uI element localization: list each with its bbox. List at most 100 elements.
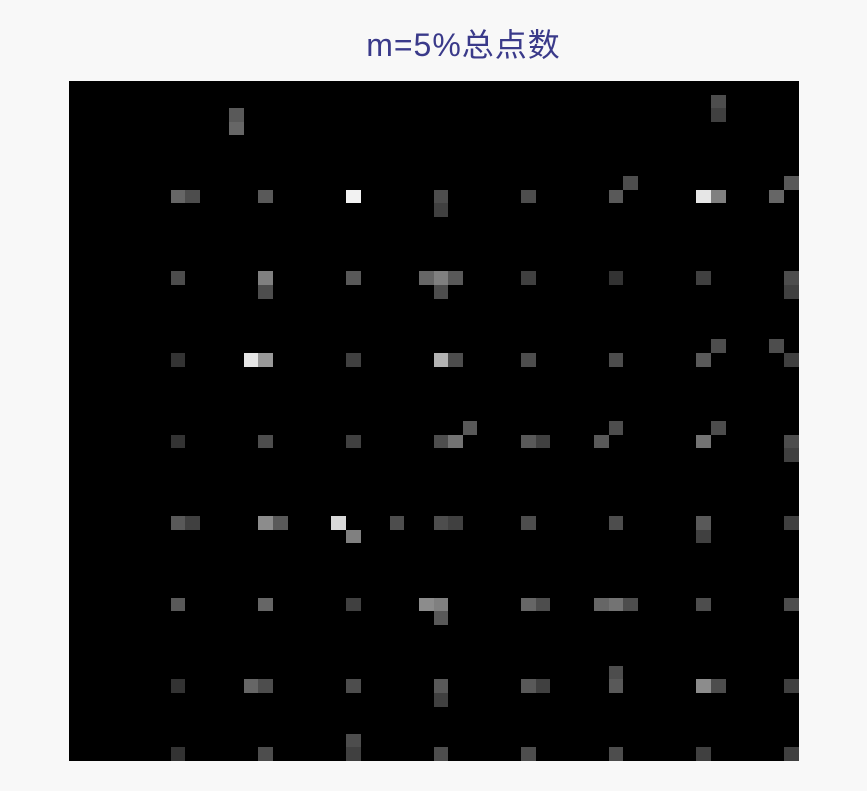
heatmap-cell [755,747,770,761]
heatmap-cell [653,666,668,680]
heatmap-cell [784,258,799,272]
heatmap-cell [215,244,230,258]
heatmap-cell [492,530,507,544]
heatmap-cell [536,598,551,612]
heatmap-cell [273,122,288,136]
heatmap-cell [112,693,127,707]
heatmap-cell [434,231,449,245]
heatmap-cell [477,394,492,408]
heatmap-cell [375,271,390,285]
heatmap-cell [667,95,682,109]
heatmap-cell [258,176,273,190]
heatmap-cell [69,734,84,748]
heatmap-cell [112,720,127,734]
heatmap-cell [229,707,244,721]
heatmap-cell [404,271,419,285]
heatmap-cell [667,394,682,408]
heatmap-cell [623,95,638,109]
heatmap-cell [244,435,259,449]
heatmap-cell [112,135,127,149]
heatmap-cell [653,516,668,530]
heatmap-cell [215,95,230,109]
heatmap-cell [507,489,522,503]
heatmap-cell [273,394,288,408]
heatmap-cell [317,666,332,680]
heatmap-cell [69,190,84,204]
heatmap-cell [740,516,755,530]
heatmap-cell [244,258,259,272]
heatmap-cell [507,176,522,190]
heatmap-cell [784,693,799,707]
heatmap-cell [229,203,244,217]
heatmap-cell [784,380,799,394]
heatmap-cell [769,367,784,381]
heatmap-cell [69,258,84,272]
heatmap-cell [711,516,726,530]
heatmap-cell [302,407,317,421]
heatmap-cell [215,108,230,122]
heatmap-cell [477,720,492,734]
heatmap-cell [784,285,799,299]
heatmap-cell [623,557,638,571]
heatmap-cell [755,475,770,489]
heatmap-cell [580,448,595,462]
heatmap-cell [302,707,317,721]
heatmap-cell [448,571,463,585]
heatmap-cell [361,108,376,122]
heatmap-cell [317,747,332,761]
heatmap-cell [609,339,624,353]
heatmap-cell [740,679,755,693]
heatmap-cell [609,516,624,530]
heatmap-cell [244,516,259,530]
heatmap-cell [346,258,361,272]
heatmap-cell [273,190,288,204]
heatmap-cell [215,584,230,598]
heatmap-cell [711,258,726,272]
heatmap-cell [69,81,84,95]
heatmap-cell [609,693,624,707]
heatmap-cell [273,693,288,707]
heatmap-cell [171,584,186,598]
heatmap-cell [390,163,405,177]
heatmap-cell [755,734,770,748]
heatmap-cell [711,190,726,204]
heatmap-cell [536,176,551,190]
heatmap-cell [565,584,580,598]
heatmap-cell [375,503,390,517]
heatmap-cell [185,367,200,381]
heatmap-cell [769,571,784,585]
heatmap-cell [258,203,273,217]
heatmap-cell [258,244,273,258]
heatmap-cell [726,122,741,136]
heatmap-cell [638,108,653,122]
heatmap-cell [594,503,609,517]
heatmap-cell [390,394,405,408]
heatmap-cell [682,611,697,625]
heatmap-cell [507,530,522,544]
heatmap-cell [463,462,478,476]
heatmap-cell [69,244,84,258]
heatmap-cell [492,679,507,693]
heatmap-cell [317,203,332,217]
heatmap-cell [200,367,215,381]
heatmap-cell [229,543,244,557]
heatmap-cell [594,679,609,693]
heatmap-cell [156,135,171,149]
heatmap-cell [215,462,230,476]
heatmap-cell [244,666,259,680]
heatmap-cell [98,353,113,367]
heatmap-cell [404,435,419,449]
heatmap-cell [404,299,419,313]
heatmap-cell [112,421,127,435]
heatmap-cell [258,747,273,761]
heatmap-cell [550,81,565,95]
heatmap-cell [375,380,390,394]
heatmap-cell [769,666,784,680]
heatmap-cell [331,584,346,598]
heatmap-cell [258,285,273,299]
heatmap-cell [404,747,419,761]
heatmap-cell [653,598,668,612]
heatmap-cell [156,584,171,598]
heatmap-cell [507,720,522,734]
heatmap-cell [404,598,419,612]
